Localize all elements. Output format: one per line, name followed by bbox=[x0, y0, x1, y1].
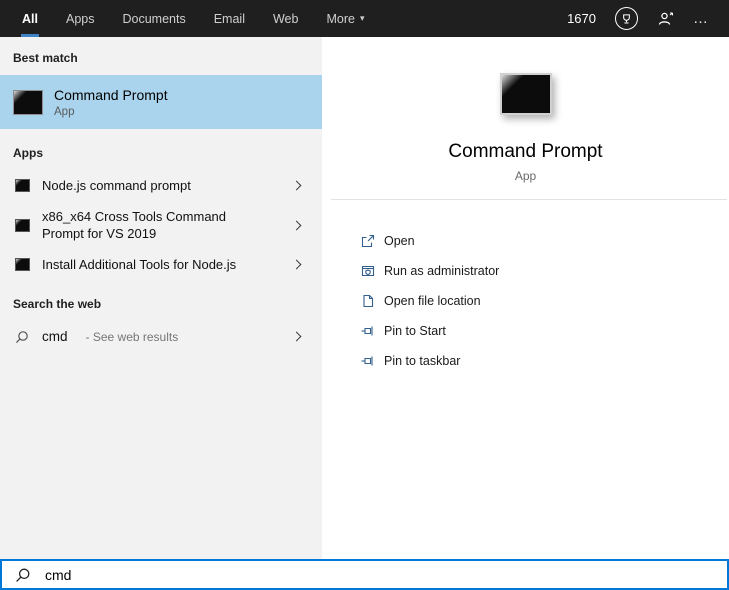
list-item-install-node-tools[interactable]: Install Additional Tools for Node.js bbox=[0, 249, 322, 280]
chevron-right-icon[interactable] bbox=[291, 331, 302, 342]
divider bbox=[331, 199, 727, 200]
best-match-title: Command Prompt bbox=[54, 86, 168, 103]
action-open-file-location[interactable]: Open file location bbox=[322, 286, 729, 316]
chevron-right-icon[interactable] bbox=[291, 259, 302, 270]
preview-subtitle: App bbox=[514, 169, 537, 183]
command-prompt-icon bbox=[13, 89, 43, 115]
app-window-icon bbox=[14, 258, 30, 271]
rewards-icon[interactable] bbox=[615, 7, 638, 30]
preview-title: Command Prompt bbox=[448, 141, 603, 162]
app-window-icon bbox=[14, 179, 30, 192]
tab-documents[interactable]: Documents bbox=[121, 0, 186, 37]
open-icon bbox=[360, 233, 376, 249]
chevron-down-icon: ▾ bbox=[359, 13, 365, 23]
rewards-points: 1670 bbox=[567, 11, 596, 26]
filter-tabs: All Apps Documents Email Web More ▾ bbox=[0, 0, 365, 37]
search-the-web-header: Search the web bbox=[13, 297, 102, 311]
run-as-admin-icon bbox=[360, 263, 376, 279]
search-results-pane: Best match Command Prompt App Apps Node.… bbox=[0, 37, 322, 559]
tab-web[interactable]: Web bbox=[272, 0, 299, 37]
action-run-as-administrator[interactable]: Run as administrator bbox=[322, 256, 729, 286]
header-actions: 1670 … bbox=[567, 0, 729, 37]
search-header-bar: All Apps Documents Email Web More ▾ 1670… bbox=[0, 0, 729, 37]
list-item-nodejs-prompt[interactable]: Node.js command prompt bbox=[0, 170, 322, 201]
action-open[interactable]: Open bbox=[322, 226, 729, 256]
action-pin-to-taskbar[interactable]: Pin to taskbar bbox=[322, 346, 729, 376]
search-icon bbox=[14, 330, 30, 344]
search-icon bbox=[15, 567, 31, 583]
command-prompt-icon-large bbox=[499, 73, 552, 115]
feedback-icon[interactable] bbox=[657, 11, 674, 27]
action-pin-to-start[interactable]: Pin to Start bbox=[322, 316, 729, 346]
search-input[interactable] bbox=[45, 566, 727, 583]
search-box[interactable] bbox=[0, 559, 729, 590]
best-match-header: Best match bbox=[13, 51, 78, 65]
pin-icon bbox=[360, 323, 376, 339]
chevron-right-icon[interactable] bbox=[291, 220, 302, 230]
context-actions: Open Run as administrator Open file loca… bbox=[322, 226, 729, 376]
app-preview: Command Prompt App bbox=[322, 37, 729, 183]
tab-more[interactable]: More ▾ bbox=[325, 0, 365, 37]
best-match-text: Command Prompt App bbox=[54, 87, 168, 118]
apps-header: Apps bbox=[13, 146, 43, 160]
tab-all[interactable]: All bbox=[21, 0, 39, 37]
tab-apps[interactable]: Apps bbox=[65, 0, 96, 37]
file-location-icon bbox=[360, 293, 376, 309]
best-match-result[interactable]: Command Prompt App bbox=[0, 75, 322, 129]
web-suffix: - See web results bbox=[85, 329, 179, 344]
list-item-x86-cross-tools[interactable]: x86_x64 Cross Tools Command Prompt for V… bbox=[0, 201, 322, 249]
pin-icon bbox=[360, 353, 376, 369]
web-query: cmd bbox=[42, 329, 68, 344]
tab-email[interactable]: Email bbox=[213, 0, 246, 37]
chevron-right-icon[interactable] bbox=[291, 180, 302, 191]
preview-pane: Command Prompt App Open Run as administr… bbox=[322, 37, 729, 559]
more-options-button[interactable]: … bbox=[693, 11, 709, 26]
app-window-icon bbox=[14, 218, 30, 232]
web-search-result[interactable]: cmd - See web results bbox=[0, 321, 322, 352]
best-match-subtitle: App bbox=[54, 105, 75, 118]
